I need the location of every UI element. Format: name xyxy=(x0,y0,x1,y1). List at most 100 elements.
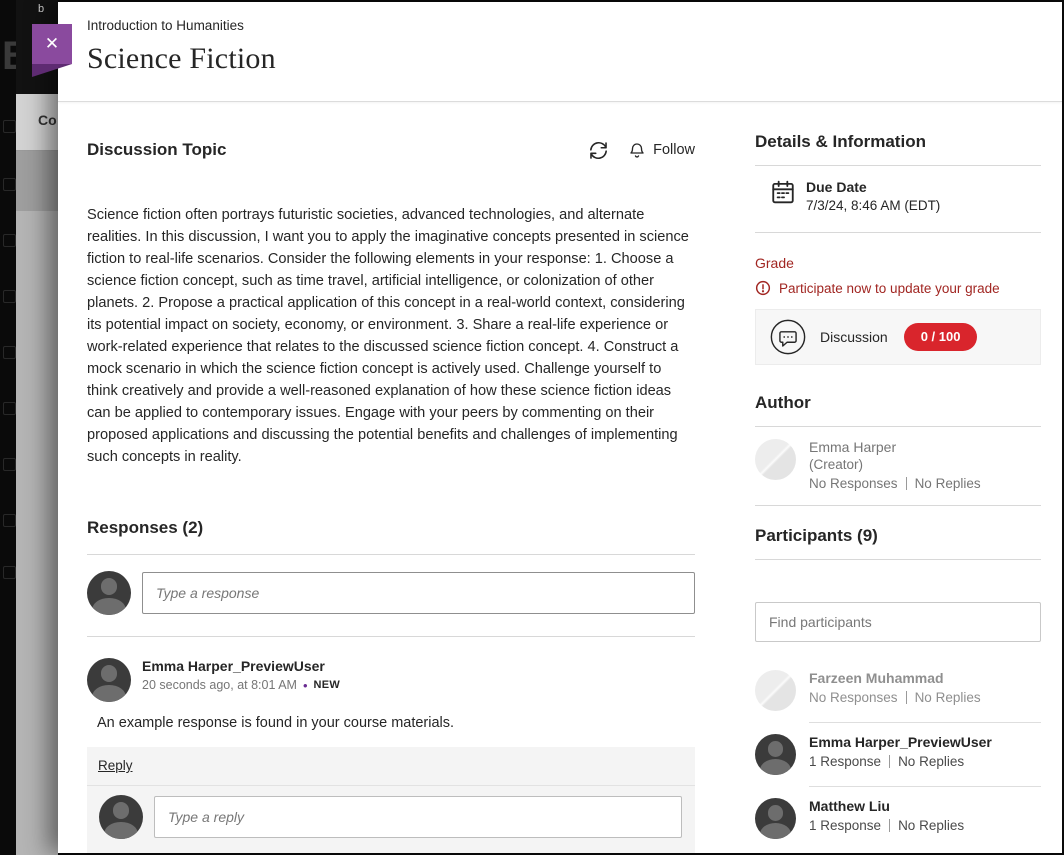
reply-input[interactable] xyxy=(154,796,682,838)
divider xyxy=(809,722,1041,723)
underlying-content-heading: Co xyxy=(16,94,58,151)
reply-link[interactable]: Reply xyxy=(98,758,133,773)
participant-avatar xyxy=(755,798,796,839)
participant-responses-count: No Responses xyxy=(809,690,898,705)
post-meta: 20 seconds ago, at 8:01 AM • NEW xyxy=(142,678,340,692)
participant-row: Matthew Liu 1 Response No Replies xyxy=(755,798,1041,839)
response-post: Emma Harper_PreviewUser 20 seconds ago, … xyxy=(87,637,695,731)
grade-section-label: Grade xyxy=(755,255,1041,271)
nav-icon-partial xyxy=(3,346,16,359)
stats-separator xyxy=(889,755,890,768)
topic-actions: Follow xyxy=(589,141,695,160)
grade-item-label: Discussion xyxy=(820,329,888,345)
participant-row: Emma Harper_PreviewUser 1 Response No Re… xyxy=(755,734,1041,775)
stats-separator xyxy=(906,691,907,704)
response-input[interactable] xyxy=(142,572,695,614)
participant-stats: No Responses No Replies xyxy=(809,690,981,705)
nav-icon-partial xyxy=(3,458,16,471)
participant-name: Farzeen Muhammad xyxy=(809,670,981,686)
current-user-avatar xyxy=(99,795,143,839)
participant-responses-count: 1 Response xyxy=(809,818,881,833)
post-author-name: Emma Harper_PreviewUser xyxy=(142,658,340,674)
calendar-icon xyxy=(770,179,796,205)
divider xyxy=(755,505,1041,506)
nav-icon-partial xyxy=(3,566,16,579)
warning-icon xyxy=(755,280,771,296)
reply-compose-row xyxy=(87,786,695,839)
participant-name: Emma Harper_PreviewUser xyxy=(809,734,992,750)
underlying-partial-heading: Co xyxy=(38,112,57,128)
nav-icon-partial xyxy=(3,178,16,191)
screen: B b Co ✕ Introduction to Humanities Scie… xyxy=(0,0,1064,855)
bell-icon xyxy=(628,141,646,159)
stats-separator xyxy=(906,477,907,490)
reply-section: Reply xyxy=(87,747,695,853)
post-author-info: Emma Harper_PreviewUser 20 seconds ago, … xyxy=(142,658,340,702)
grade-warning-text[interactable]: Participate now to update your grade xyxy=(779,281,1000,296)
course-breadcrumb: Introduction to Humanities xyxy=(87,18,1062,33)
participant-avatar xyxy=(755,670,796,711)
score-badge: 0 / 100 xyxy=(904,323,978,351)
participants-list: Farzeen Muhammad No Responses No Replies xyxy=(755,670,1041,839)
divider xyxy=(755,559,1041,560)
discussion-bubble-icon xyxy=(769,318,807,356)
panel-header: ✕ Introduction to Humanities Science Fic… xyxy=(58,2,1062,102)
page-title: Science Fiction xyxy=(87,42,1062,76)
discussion-topic-heading: Discussion Topic xyxy=(87,140,227,160)
panel-body: Discussion Topic Follow xyxy=(58,102,1062,853)
post-author-avatar xyxy=(87,658,131,702)
topic-header: Discussion Topic Follow xyxy=(87,140,695,160)
author-role: (Creator) xyxy=(809,457,981,472)
post-body-text: An example response is found in your cou… xyxy=(97,715,695,731)
close-icon: ✕ xyxy=(45,34,59,53)
post-header: Emma Harper_PreviewUser 20 seconds ago, … xyxy=(87,658,695,702)
underlying-page-area xyxy=(16,211,58,855)
response-compose-row xyxy=(87,555,695,636)
underlying-partial-text: b xyxy=(38,3,44,15)
participant-stats: 1 Response No Replies xyxy=(809,754,992,769)
divider xyxy=(755,232,1041,233)
find-participants-input[interactable] xyxy=(755,602,1041,642)
grade-warning: Participate now to update your grade xyxy=(755,280,1041,296)
responses-heading: Responses (2) xyxy=(87,518,695,538)
author-info: Emma Harper (Creator) No Responses No Re… xyxy=(809,439,981,491)
refresh-button[interactable] xyxy=(589,141,608,160)
close-button-fold xyxy=(32,64,72,77)
main-column: Discussion Topic Follow xyxy=(87,102,695,853)
due-date-row: Due Date 7/3/24, 8:46 AM (EDT) xyxy=(755,166,1041,225)
current-user-avatar xyxy=(87,571,131,615)
follow-button[interactable]: Follow xyxy=(628,141,695,159)
participant-replies-count: No Replies xyxy=(915,690,981,705)
participant-info: Farzeen Muhammad No Responses No Replies xyxy=(809,670,981,711)
grade-card[interactable]: Discussion 0 / 100 xyxy=(755,309,1041,365)
nav-icon-partial xyxy=(3,234,16,247)
nav-icon-partial xyxy=(3,290,16,303)
new-badge: NEW xyxy=(314,679,341,691)
close-button[interactable]: ✕ xyxy=(32,24,72,64)
reply-link-row: Reply xyxy=(87,747,695,786)
author-heading: Author xyxy=(755,393,1041,413)
participant-row: Farzeen Muhammad No Responses No Replies xyxy=(755,670,1041,711)
author-row: Emma Harper (Creator) No Responses No Re… xyxy=(755,427,1041,491)
participant-avatar xyxy=(755,734,796,775)
details-sidebar: Details & Information Due Date 7/3/24, 8… xyxy=(755,102,1041,853)
nav-icon-partial xyxy=(3,402,16,415)
follow-label: Follow xyxy=(653,142,695,158)
participant-responses-count: 1 Response xyxy=(809,754,881,769)
new-indicator-dot: • xyxy=(303,679,308,692)
nav-icon-partial xyxy=(3,514,16,527)
author-responses-count: No Responses xyxy=(809,476,898,491)
participants-heading: Participants (9) xyxy=(755,526,1041,546)
participant-name: Matthew Liu xyxy=(809,798,964,814)
discussion-panel: ✕ Introduction to Humanities Science Fic… xyxy=(58,2,1062,853)
author-replies-count: No Replies xyxy=(915,476,981,491)
stats-separator xyxy=(889,819,890,832)
participant-info: Matthew Liu 1 Response No Replies xyxy=(809,798,964,839)
details-heading: Details & Information xyxy=(755,132,1041,152)
nav-icon-partial xyxy=(3,120,16,133)
divider xyxy=(809,786,1041,787)
topic-body-text: Science fiction often portrays futuristi… xyxy=(87,204,695,468)
participant-info: Emma Harper_PreviewUser 1 Response No Re… xyxy=(809,734,992,775)
post-timestamp: 20 seconds ago, at 8:01 AM xyxy=(142,678,297,692)
underlying-page-block xyxy=(16,151,58,211)
